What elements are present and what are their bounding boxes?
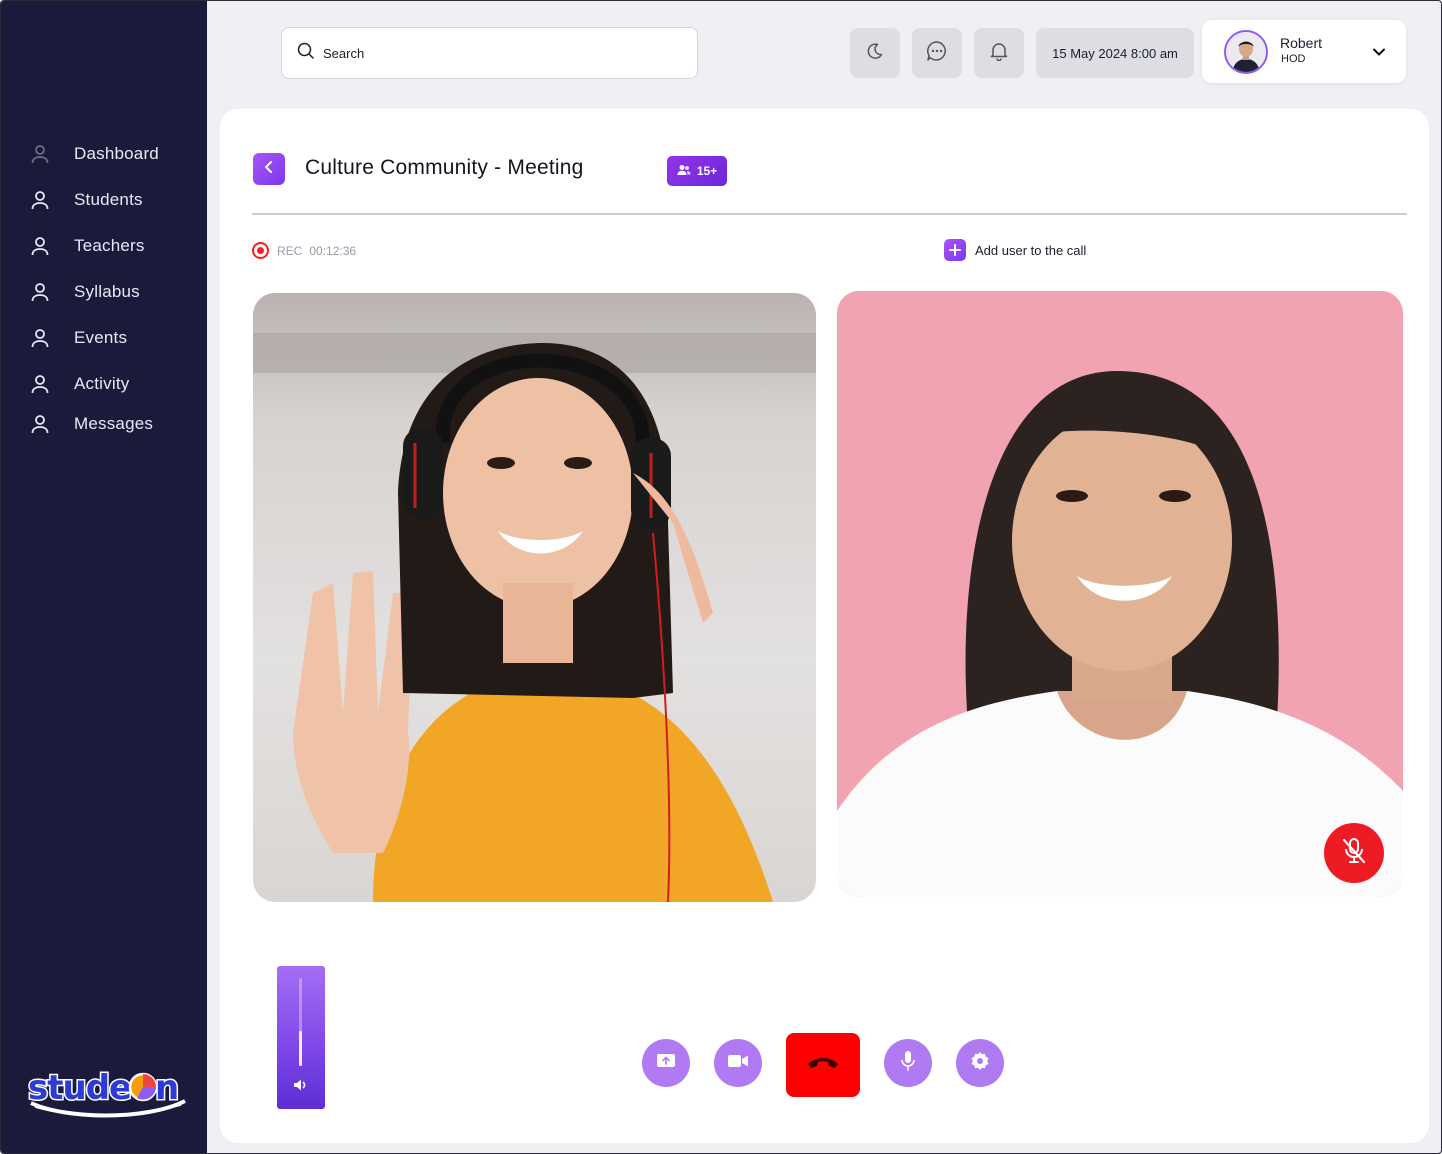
back-button[interactable] bbox=[253, 153, 285, 185]
volume-track[interactable] bbox=[299, 978, 302, 1066]
moon-icon bbox=[866, 42, 884, 65]
record-icon bbox=[252, 242, 269, 259]
user-profile-menu[interactable]: Robert HOD bbox=[1202, 20, 1406, 83]
messages-button[interactable] bbox=[912, 28, 962, 78]
sidebar: Dashboard Students Teachers Syllabus Eve… bbox=[1, 1, 207, 1153]
current-datetime: 15 May 2024 8:00 am bbox=[1036, 28, 1194, 78]
settings-gear-icon bbox=[970, 1051, 990, 1076]
user-icon bbox=[29, 281, 51, 303]
call-settings-button[interactable] bbox=[956, 1039, 1004, 1087]
participant-muted-button[interactable] bbox=[1324, 823, 1384, 883]
add-user-label: Add user to the call bbox=[975, 242, 1087, 258]
bell-icon bbox=[990, 41, 1008, 66]
sidebar-item-label: Events bbox=[74, 328, 128, 347]
search-icon bbox=[297, 42, 314, 64]
user-icon bbox=[29, 413, 51, 435]
notifications-button[interactable] bbox=[974, 28, 1024, 78]
video-toggle-button[interactable] bbox=[714, 1039, 762, 1087]
participants-count: 15+ bbox=[696, 164, 718, 178]
end-call-button[interactable] bbox=[786, 1033, 860, 1097]
app-window: Dashboard Students Teachers Syllabus Eve… bbox=[0, 0, 1442, 1154]
chevron-down-icon[interactable] bbox=[1370, 43, 1388, 61]
volume-level bbox=[299, 1030, 302, 1066]
sidebar-item-events[interactable]: Events bbox=[29, 323, 127, 353]
user-icon bbox=[29, 235, 51, 257]
dark-mode-button[interactable] bbox=[850, 28, 900, 78]
sidebar-item-dashboard[interactable]: Dashboard bbox=[29, 139, 159, 169]
microphone-icon bbox=[900, 1050, 916, 1077]
sidebar-item-label: Messages bbox=[74, 414, 154, 433]
participant-1-image bbox=[253, 333, 816, 902]
header-divider bbox=[252, 213, 1407, 215]
svg-text:n: n bbox=[155, 1068, 179, 1108]
user-icon bbox=[29, 373, 51, 395]
users-icon bbox=[677, 164, 691, 179]
add-user-button[interactable]: Add user to the call bbox=[944, 239, 1086, 261]
video-camera-icon bbox=[727, 1053, 749, 1074]
sidebar-item-syllabus[interactable]: Syllabus bbox=[29, 277, 140, 307]
sidebar-item-label: Syllabus bbox=[74, 282, 140, 301]
microphone-off-icon bbox=[1341, 837, 1367, 870]
rec-timer: 00:12:36 bbox=[309, 243, 357, 258]
share-screen-button[interactable] bbox=[642, 1039, 690, 1087]
studeon-logo: stude n bbox=[25, 1063, 191, 1121]
sidebar-item-label: Activity bbox=[74, 374, 130, 393]
chat-icon bbox=[926, 40, 948, 67]
rec-label: REC bbox=[277, 243, 303, 258]
speaker-icon bbox=[292, 1076, 310, 1094]
sidebar-item-messages[interactable]: Messages bbox=[29, 409, 153, 439]
recording-indicator: REC 00:12:36 bbox=[252, 242, 356, 259]
end-call-icon bbox=[806, 1056, 840, 1075]
user-icon bbox=[29, 189, 51, 211]
participant-2-image bbox=[837, 371, 1403, 897]
microphone-toggle-button[interactable] bbox=[884, 1039, 932, 1087]
page-title: Culture Community - Meeting bbox=[305, 156, 584, 179]
user-role: HOD bbox=[1281, 53, 1306, 65]
search-input[interactable] bbox=[323, 45, 663, 61]
participant-video-1[interactable] bbox=[253, 293, 816, 902]
sidebar-item-students[interactable]: Students bbox=[29, 185, 143, 215]
sidebar-item-label: Teachers bbox=[74, 236, 145, 255]
sidebar-item-label: Dashboard bbox=[74, 144, 159, 163]
participants-badge[interactable]: 15+ bbox=[667, 156, 727, 186]
plus-icon bbox=[944, 239, 966, 261]
avatar bbox=[1224, 30, 1268, 74]
participant-video-2[interactable] bbox=[837, 291, 1403, 897]
sidebar-item-teachers[interactable]: Teachers bbox=[29, 231, 145, 261]
user-icon bbox=[29, 327, 51, 349]
user-icon bbox=[29, 143, 51, 165]
chevron-left-icon bbox=[262, 160, 276, 179]
sidebar-item-activity[interactable]: Activity bbox=[29, 369, 129, 399]
share-screen-icon bbox=[656, 1052, 676, 1075]
search-bar[interactable] bbox=[281, 27, 698, 79]
user-name: Robert bbox=[1280, 35, 1323, 51]
svg-text:stude: stude bbox=[28, 1068, 131, 1108]
sidebar-item-label: Students bbox=[74, 190, 143, 209]
volume-slider[interactable] bbox=[277, 966, 325, 1109]
